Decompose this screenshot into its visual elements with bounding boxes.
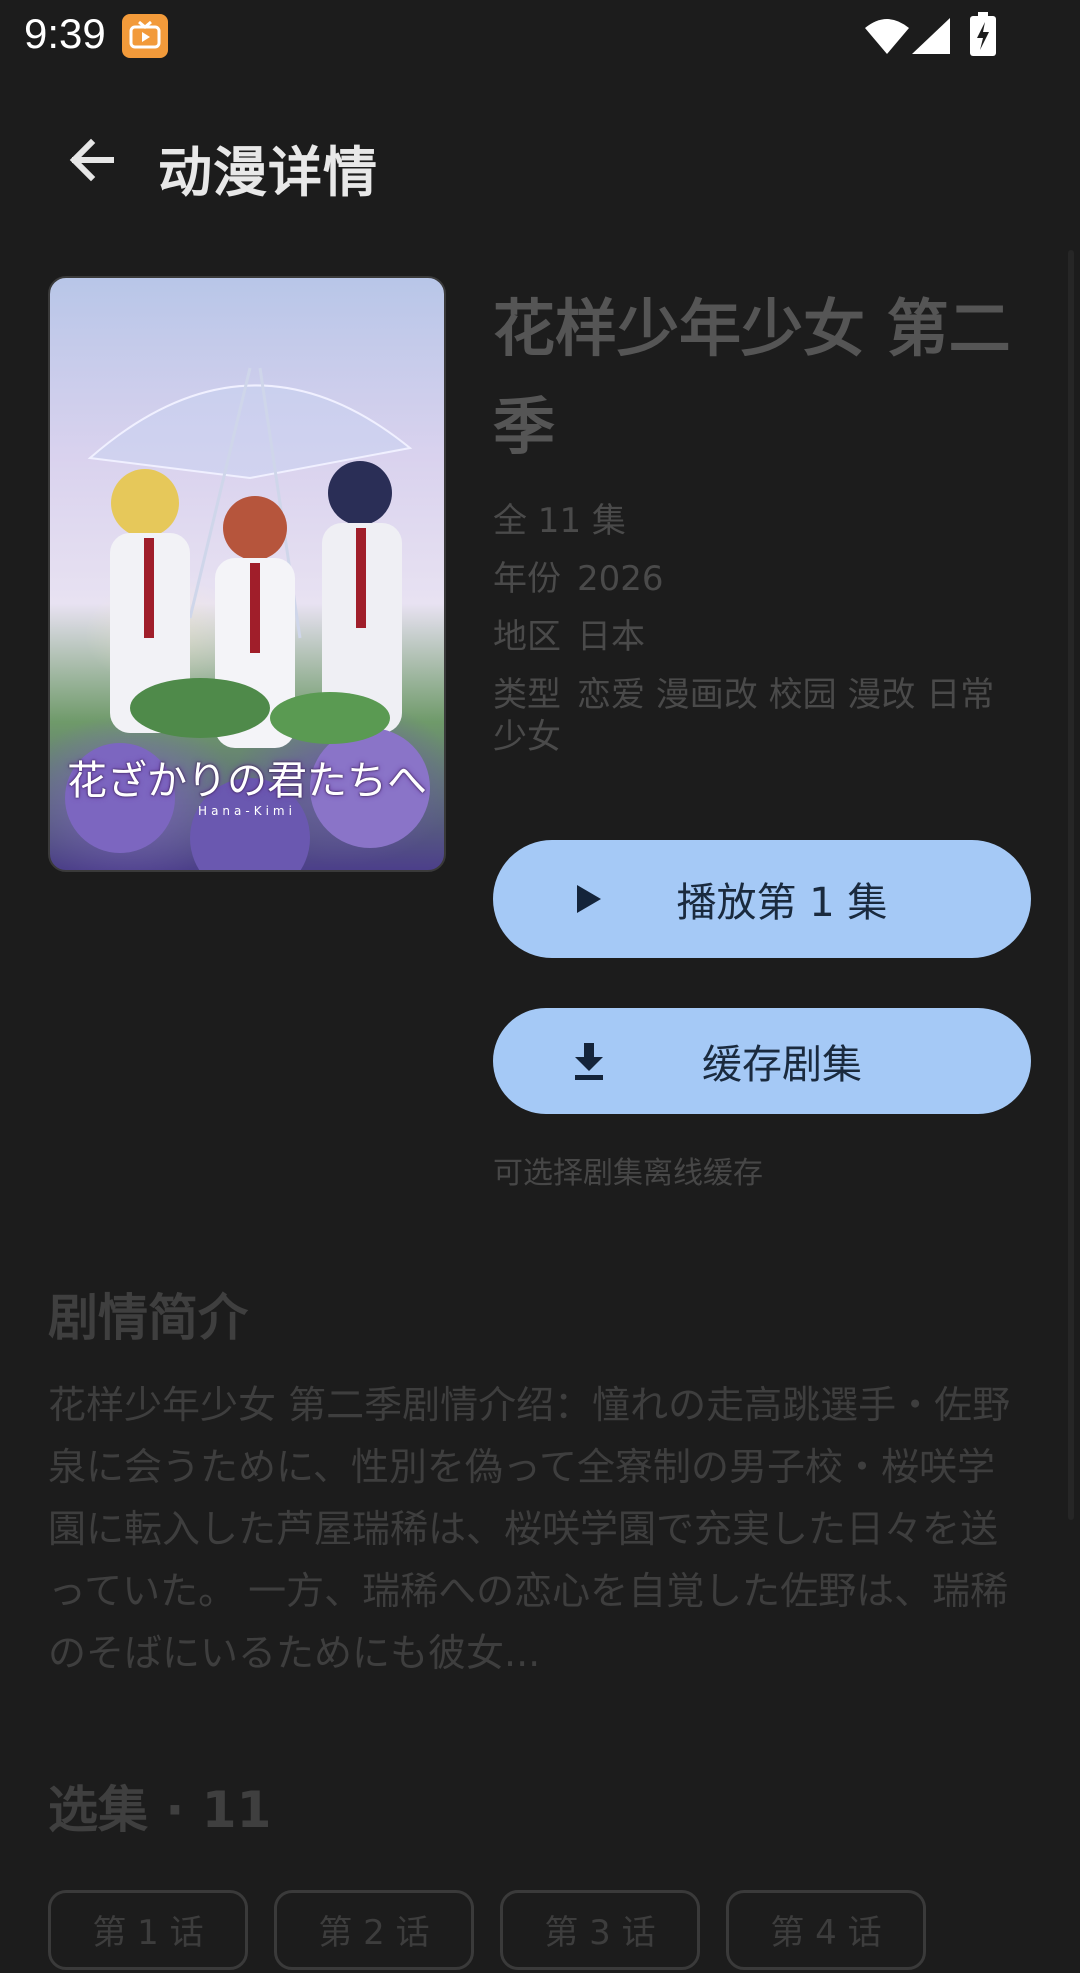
cover-logo-text: 花ざかりの君たちへ — [67, 758, 427, 804]
episode-chip[interactable]: 第 4 话 — [726, 1890, 926, 1970]
status-bar: 9:39 — [0, 0, 1080, 72]
anime-info: 花样少年少女 第二季 全 11 集 年份 2026 地区 日本 类型 恋爱 漫画改 校… — [493, 280, 1033, 758]
year-row: 年份 2026 — [493, 558, 1033, 600]
anime-title: 花样少年少女 第二季 — [493, 292, 1011, 463]
region-row: 地区 日本 — [493, 616, 1033, 658]
wifi-icon — [865, 19, 909, 54]
episode-chip[interactable]: 第 1 话 — [48, 1890, 248, 1970]
page-title: 动漫详情 — [158, 141, 378, 204]
play-episode-button[interactable]: 播放第 1 集 — [493, 840, 1031, 958]
synopsis-text[interactable]: 花样少年少女 第二季剧情介绍：憧れの走高跳選手・佐野泉に会うために、性別を偽って… — [48, 1374, 1032, 1684]
episode-chip[interactable]: 第 3 话 — [500, 1890, 700, 1970]
play-button-label: 播放第 1 集 — [676, 880, 888, 926]
scrollbar[interactable] — [1068, 250, 1074, 1520]
status-time: 9:39 — [24, 10, 106, 57]
episode-chip[interactable]: 第 2 话 — [274, 1890, 474, 1970]
anime-cover-image: 花ざかりの君たちへ Hana-Kimi — [48, 276, 446, 872]
genre-label: 类型 — [493, 675, 561, 715]
battery-charging-icon — [970, 12, 996, 56]
year-label: 年份 — [493, 559, 561, 599]
synopsis-heading: 剧情简介 — [48, 1289, 248, 1347]
cache-button-label: 缓存剧集 — [702, 1042, 862, 1088]
genre-value: 恋爱 漫画改 校园 漫改 日常 少女 — [493, 675, 995, 757]
region-label: 地区 — [493, 617, 561, 657]
region-value: 日本 — [577, 617, 645, 657]
episode-count: 全 11 集 — [493, 501, 626, 541]
genre-row: 类型 恋爱 漫画改 校园 漫改 日常 少女 — [493, 674, 1033, 758]
back-button[interactable] — [56, 124, 128, 196]
cover-sub-text: Hana-Kimi — [198, 804, 296, 818]
arrow-back-icon — [69, 138, 114, 182]
episodes-heading: 选集 · 11 — [48, 1781, 272, 1839]
year-value: 2026 — [577, 559, 664, 599]
signal-icon — [912, 18, 950, 54]
tv-app-icon — [122, 14, 168, 58]
cache-hint: 可选择剧集离线缓存 — [493, 1156, 763, 1191]
top-app-bar: 动漫详情 — [0, 100, 1080, 220]
episode-list: 第 1 话 第 2 话 第 3 话 第 4 话 — [48, 1890, 926, 1970]
cache-episodes-button[interactable]: 缓存剧集 — [493, 1008, 1031, 1114]
